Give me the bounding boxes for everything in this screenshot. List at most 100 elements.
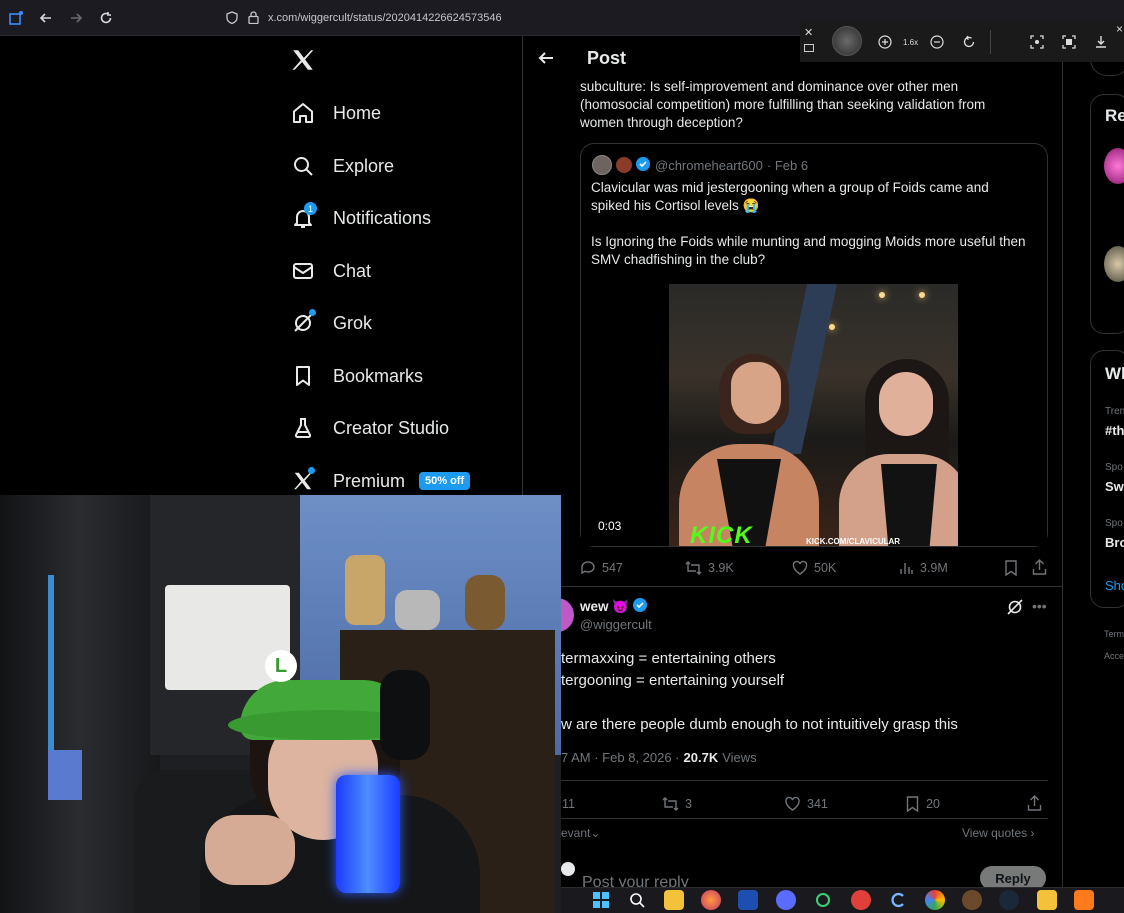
app-icon[interactable] [776,890,796,910]
bookmark-icon[interactable] [1004,560,1018,581]
nav-item-explore[interactable]: Explore [290,148,394,184]
reply-count: 547 [602,561,623,575]
reply-timestamp[interactable]: 7 AM · Feb 8, 2026 · [561,750,680,765]
pip-icon[interactable] [804,44,814,52]
trend-title[interactable]: Bro [1105,535,1124,550]
reply-icon [581,561,595,575]
reply-views-count: 20.7K [683,750,719,765]
verified-icon [636,156,650,174]
quoted-text-line: Clavicular was mid jestergooning when a … [591,180,989,213]
close-icon[interactable]: ✕ [804,26,813,39]
reply-count-button[interactable]: 547 [580,560,623,576]
trend-title[interactable]: #th [1105,423,1124,438]
chrome-icon[interactable] [925,890,945,910]
shield-icon[interactable] [226,11,238,29]
reply-reposts-button[interactable]: 3 [662,796,692,812]
repost-count-button[interactable]: 3.9K [685,560,734,576]
light-bulb [829,324,835,330]
zoom-in-icon[interactable] [876,34,894,50]
tab-manager-icon[interactable] [6,8,26,28]
video-frame[interactable] [669,284,958,546]
joystick-icon[interactable] [832,26,862,56]
windows-start-icon[interactable] [591,890,611,910]
fit-screen-icon[interactable] [1028,34,1046,50]
search-icon[interactable] [627,890,647,910]
share-icon[interactable] [1032,559,1047,580]
nav-item-premium[interactable]: Premium 50% off [290,463,471,499]
reply-text-line: termaxxing = entertaining others [561,650,776,667]
reply-author-handle[interactable]: @wiggercult [580,617,652,632]
avatar[interactable] [1104,148,1124,184]
grok-icon[interactable] [1006,598,1024,621]
show-more-link[interactable]: Sho [1105,578,1124,593]
reply-text-line: w are there people dumb enough to not in… [561,716,958,733]
home-icon [290,100,316,126]
lock-icon[interactable] [248,11,259,29]
reply-views-label: Views [722,750,757,765]
nav-item-home[interactable]: Home [290,95,381,131]
screenshot-icon[interactable] [1060,34,1078,50]
file-explorer-icon[interactable] [664,890,684,910]
bitwarden-icon[interactable] [738,890,758,910]
rotate-icon[interactable] [960,34,978,50]
footer-link[interactable]: Acce [1104,651,1124,661]
divider [522,586,1063,587]
reply-likes-count: 341 [807,797,828,811]
back-arrow-icon[interactable] [537,49,555,72]
avatar [616,157,632,173]
heart-icon [785,796,800,811]
app-icon[interactable] [962,890,982,910]
nav-item-chat[interactable]: Chat [290,253,371,289]
reply-likes-button[interactable]: 341 [784,796,828,812]
reload-icon[interactable] [96,8,116,28]
vlc-icon[interactable] [1074,890,1094,910]
zoom-level: 1.6x [903,38,919,47]
forward-icon[interactable] [66,8,86,28]
verified-icon [633,598,648,615]
back-icon[interactable] [36,8,56,28]
like-count-button[interactable]: 50K [792,560,836,576]
x-logo-icon[interactable] [290,47,316,78]
quoted-text-line: Is Ignoring the Foids while munting and … [591,234,1026,267]
more-options-icon[interactable]: ••• [1032,598,1047,614]
app-icon[interactable] [813,890,833,910]
view-quotes-link[interactable]: View quotes › [962,826,1035,840]
reply-author[interactable]: wew 😈 [580,598,648,615]
lanyard [48,575,54,765]
view-quotes-label: View quotes [962,826,1028,840]
avatar [592,155,612,175]
repost-count: 3.9K [708,561,734,575]
person-hand [205,815,295,885]
sort-label: evant [561,826,591,840]
sort-replies-dropdown[interactable]: evant⌄ [561,826,600,840]
quoted-date[interactable]: · Feb 6 [767,158,808,173]
share-icon[interactable] [1027,795,1042,816]
url-text[interactable]: x.com/wiggercult/status/2020414226624573… [268,12,502,24]
app-icon[interactable] [888,890,908,910]
repost-icon [685,561,702,575]
nav-item-grok[interactable]: Grok [290,305,372,341]
bookmark-icon [906,796,919,812]
avatar[interactable] [1104,246,1124,282]
download-icon[interactable] [1092,34,1110,50]
reply-replies-button[interactable]: 11 [562,797,575,811]
reply-text-line: tergooning = entertaining yourself [561,672,785,689]
steam-icon[interactable] [999,890,1019,910]
reply-bookmarks-button[interactable]: 20 [905,796,940,812]
plush-figure [465,575,505,630]
reply-replies-count: 11 [562,797,575,811]
nav-item-bookmarks[interactable]: Bookmarks [290,358,423,394]
chevron-right-icon: › [1030,826,1035,840]
quoted-handle[interactable]: @chromeheart600 [655,158,763,173]
app-icon[interactable] [851,890,871,910]
reply-author-name[interactable]: wew 😈 [580,599,629,615]
trend-title[interactable]: Sw [1105,479,1124,494]
close-viewer-icon[interactable]: × [1116,22,1123,36]
footer-link[interactable]: Term [1104,629,1124,639]
firefox-icon[interactable] [701,890,721,910]
nav-item-notifications[interactable]: 1 Notifications [290,200,431,236]
app-icon[interactable] [1037,890,1057,910]
views-count-button[interactable]: 3.9M [898,560,948,576]
nav-item-creator-studio[interactable]: Creator Studio [290,410,449,446]
zoom-out-icon[interactable] [928,34,946,50]
